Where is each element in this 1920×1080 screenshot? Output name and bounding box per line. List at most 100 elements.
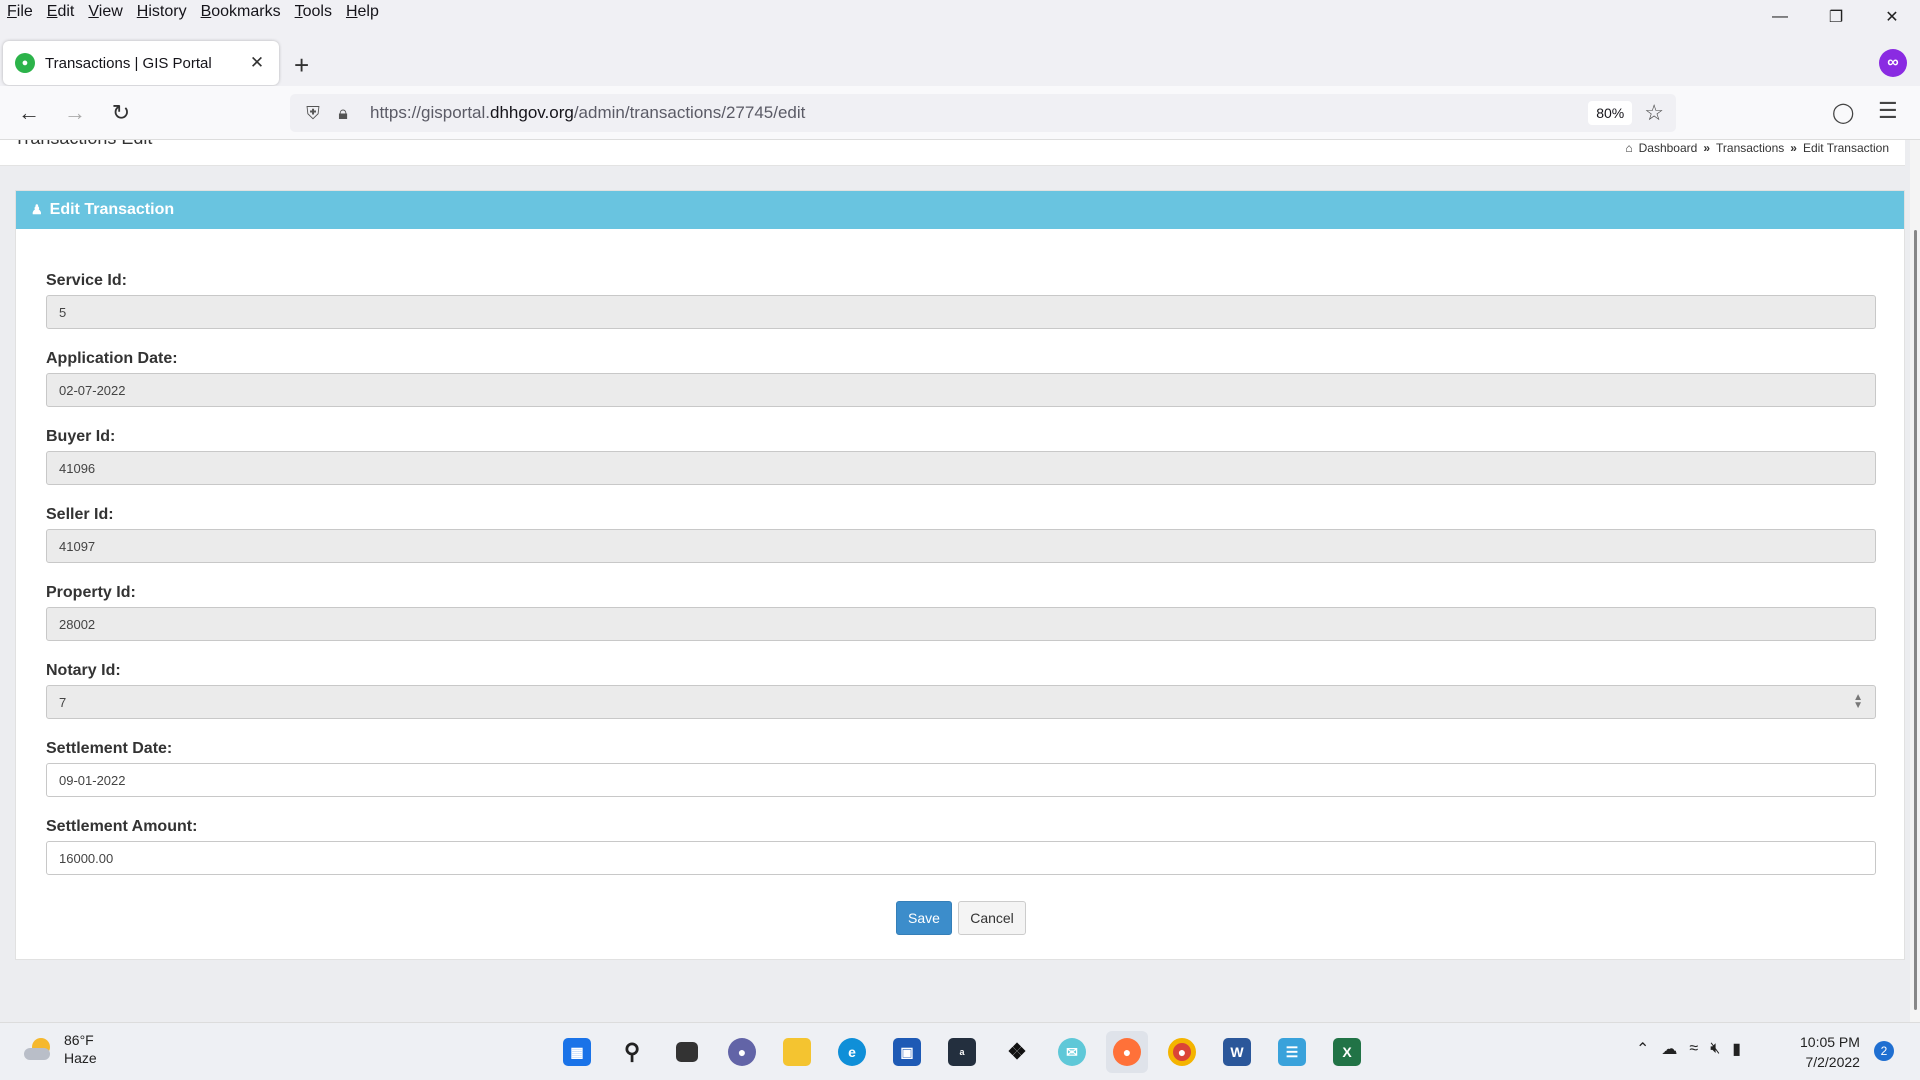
edge-icon[interactable]: e [831,1031,873,1073]
word-icon[interactable]: W [1216,1031,1258,1073]
notepad-icon[interactable]: ☰ [1271,1031,1313,1073]
buyer-id-label: Buyer Id: [46,428,116,445]
mail-icon[interactable]: ✉ [1051,1031,1093,1073]
tray-overflow-icon[interactable]: ⌃ [1636,1039,1649,1059]
menu-bookmarks[interactable]: Bookmarks [194,3,288,21]
property-id-field[interactable]: 28002 [46,607,1876,641]
menu-bar: File Edit View History Bookmarks Tools H… [0,0,1920,24]
dropbox-icon[interactable]: ❖ [996,1031,1038,1073]
system-tray: ⌃ ☁ ≈ 🔇︎ ▮ [1636,1039,1741,1059]
weather-haze-icon [22,1036,54,1062]
menu-file[interactable]: File [0,3,40,21]
wifi-icon[interactable]: ≈ [1689,1040,1698,1058]
buyer-id-group: Buyer Id: 41096 [46,427,1876,505]
clock-date: 7/2/2022 [1805,1054,1860,1070]
service-id-field[interactable]: 5 [46,295,1876,329]
volume-muted-icon[interactable]: 🔇︎ [1710,1040,1720,1058]
page-title: Transactions Edit [14,140,152,149]
teams-chat-icon[interactable]: ● [721,1031,763,1073]
firefox-icon[interactable]: ● [1106,1031,1148,1073]
store-icon[interactable]: ▣ [886,1031,928,1073]
notary-id-group: Notary Id: 7 ▲ ▼ [46,661,1876,739]
search-icon[interactable]: ⚲ [611,1031,653,1073]
breadcrumb-edit-transaction: Edit Transaction [1802,141,1889,155]
user-icon: ♟ [31,202,43,217]
menu-tools[interactable]: Tools [288,3,339,21]
tab-close-icon[interactable]: ✕ [247,53,267,73]
property-id-group: Property Id: 28002 [46,583,1876,661]
chrome-icon[interactable]: ● [1161,1031,1203,1073]
onedrive-cloud-icon[interactable]: ☁ [1661,1039,1677,1059]
notification-badge[interactable]: 2 [1874,1041,1894,1061]
tab-strip: ● Transactions | GIS Portal ✕ + ∞ [0,24,1920,86]
lock-icon[interactable]: 🔒︎ [328,103,358,124]
windows-start-icon[interactable]: ▦ [556,1031,598,1073]
taskbar-apps: ▦ ⚲ ● e ▣ a ❖ ✉ ● ● W ☰ X [556,1031,1368,1073]
menu-history[interactable]: History [130,3,194,21]
content-header: Transactions Edit ⌂ Dashboard » Transact… [0,140,1905,166]
weather-description: Haze [64,1050,97,1066]
notary-id-value: 7 [59,694,67,710]
service-id-label: Service Id: [46,272,127,289]
pocket-icon[interactable]: ◯ [1832,100,1854,125]
settlement-amount-label: Settlement Amount: [46,818,198,835]
notary-id-select[interactable]: 7 ▲ ▼ [46,685,1876,719]
weather-widget[interactable]: 86°F Haze [22,1031,97,1067]
page-content: Transactions Edit ⌂ Dashboard » Transact… [0,140,1920,1022]
account-icon[interactable]: ∞ [1879,49,1907,77]
task-view-icon[interactable] [666,1031,708,1073]
settlement-date-field[interactable]: 09-01-2022 [46,763,1876,797]
menu-help[interactable]: Help [339,3,386,21]
application-date-group: Application Date: 02-07-2022 [46,349,1876,427]
new-tab-icon[interactable]: + [294,50,309,81]
menu-view[interactable]: View [81,3,129,21]
form-actions: Save Cancel [46,901,1876,935]
transaction-form: Service Id: 5 Application Date: 02-07-20… [46,271,1876,935]
settlement-date-label: Settlement Date: [46,740,173,757]
panel-header: ♟ Edit Transaction [16,191,1904,229]
breadcrumb-dashboard[interactable]: Dashboard [1639,141,1698,155]
notary-id-label: Notary Id: [46,662,121,679]
forward-icon[interactable]: → [60,98,90,128]
application-date-label: Application Date: [46,350,178,367]
buyer-id-field[interactable]: 41096 [46,451,1876,485]
clock-time: 10:05 PM [1800,1034,1860,1050]
file-explorer-icon[interactable] [776,1031,818,1073]
gis-portal-favicon-icon: ● [15,53,35,73]
page-scrollbar[interactable] [1910,140,1920,1022]
select-updown-icon: ▲ ▼ [1853,692,1863,711]
breadcrumb-transactions[interactable]: Transactions [1716,141,1784,155]
back-icon[interactable]: ← [14,98,44,128]
tab-transactions[interactable]: ● Transactions | GIS Portal ✕ [3,41,279,85]
battery-icon[interactable]: ▮ [1732,1039,1741,1059]
cancel-button[interactable]: Cancel [958,901,1026,935]
url-text[interactable]: https://gisportal.dhhgov.org/admin/trans… [370,103,1588,123]
scrollbar-thumb[interactable] [1914,230,1917,1010]
clock[interactable]: 10:05 PM 7/2/2022 [1800,1032,1860,1072]
navigation-bar: ← → ↻ ⛨ 🔒︎ https://gisportal.dhhgov.org/… [0,86,1920,140]
excel-icon[interactable]: X [1326,1031,1368,1073]
save-button[interactable]: Save [896,901,952,935]
seller-id-label: Seller Id: [46,506,114,523]
settlement-amount-field[interactable]: 16000.00 [46,841,1876,875]
url-bar[interactable]: ⛨ 🔒︎ https://gisportal.dhhgov.org/admin/… [290,94,1676,132]
amazon-icon[interactable]: a [941,1031,983,1073]
panel-title: Edit Transaction [49,201,175,218]
home-icon: ⌂ [1625,141,1633,155]
seller-id-field[interactable]: 41097 [46,529,1876,563]
zoom-level-badge[interactable]: 80% [1588,101,1633,125]
bookmark-star-icon[interactable]: ☆ [1644,100,1664,126]
tab-title: Transactions | GIS Portal [45,54,212,72]
reload-icon[interactable]: ↻ [106,98,136,128]
breadcrumb: ⌂ Dashboard » Transactions » Edit Transa… [1625,141,1889,155]
hamburger-menu-icon[interactable]: ☰ [1878,98,1898,124]
settlement-amount-group: Settlement Amount: 16000.00 [46,817,1876,895]
application-date-field[interactable]: 02-07-2022 [46,373,1876,407]
edit-transaction-panel: ♟ Edit Transaction Service Id: 5 Applica… [15,190,1905,960]
settlement-date-group: Settlement Date: 09-01-2022 [46,739,1876,817]
breadcrumb-separator: » [1703,141,1711,155]
property-id-label: Property Id: [46,584,136,601]
menu-edit[interactable]: Edit [40,3,82,21]
breadcrumb-separator: » [1790,141,1797,155]
tracking-shield-icon[interactable]: ⛨ [298,103,328,124]
